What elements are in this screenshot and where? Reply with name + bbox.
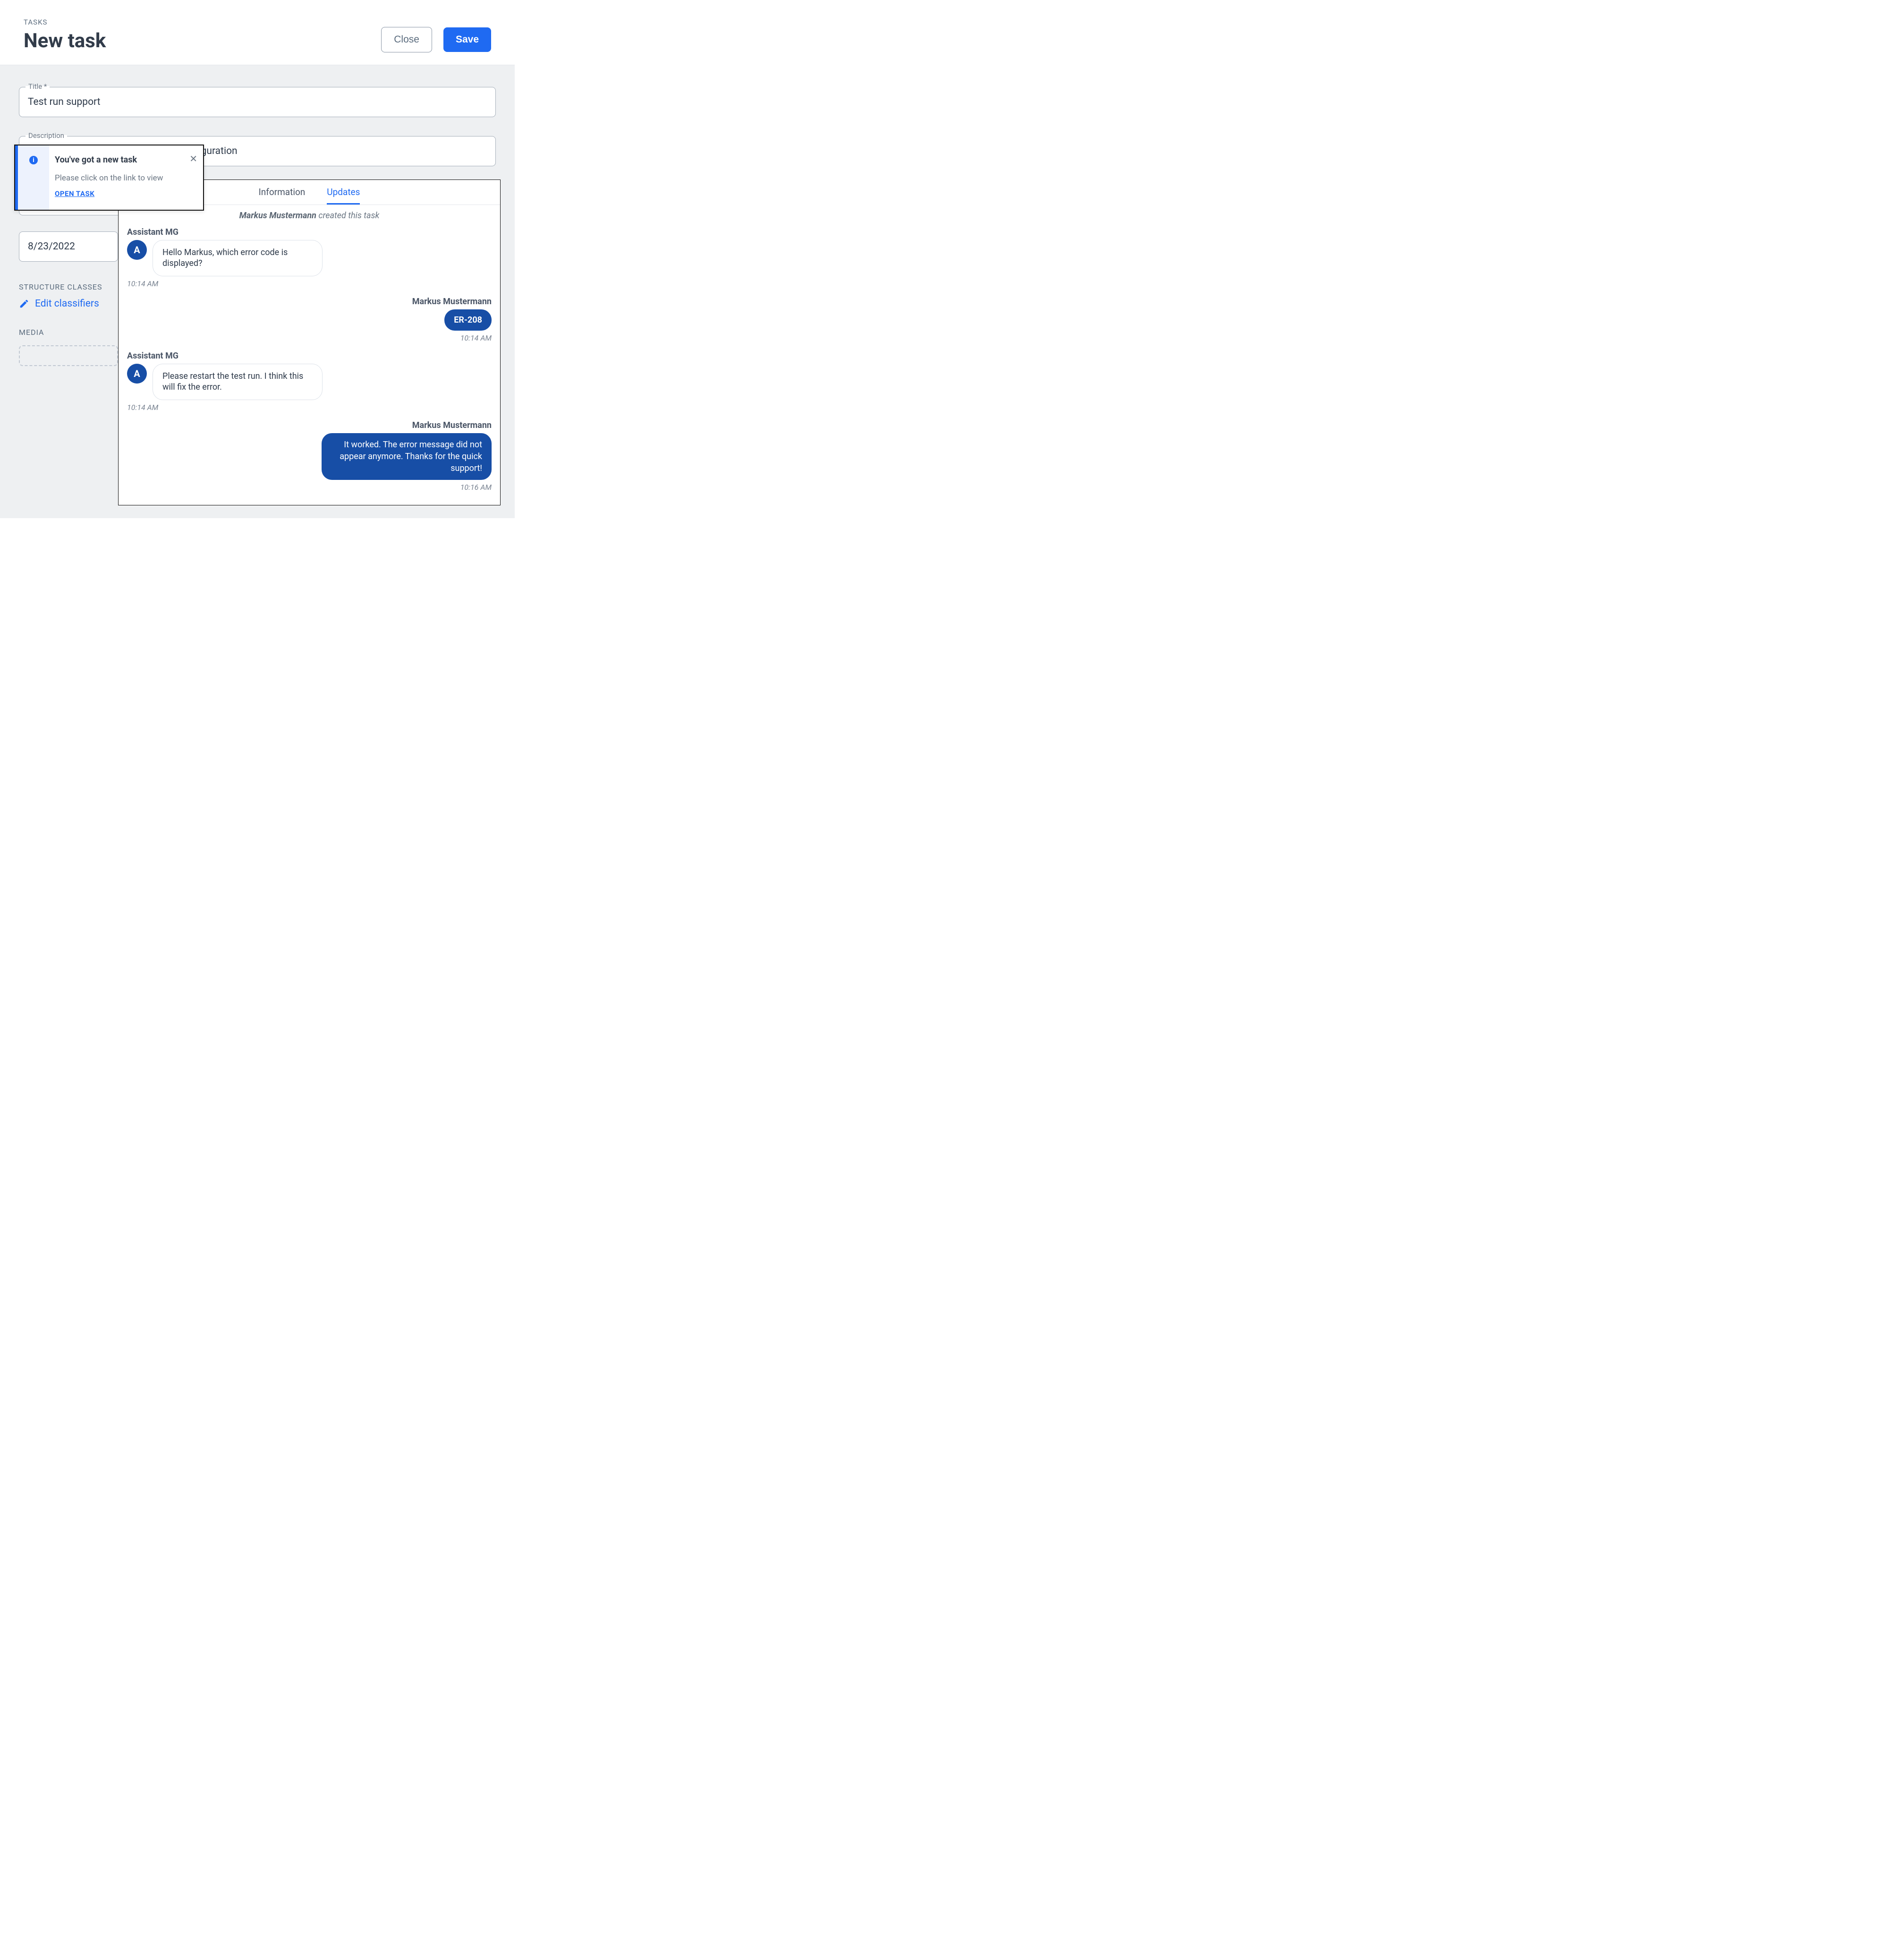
message-bubble: Hello Markus, which error code is displa… [153, 240, 323, 276]
pencil-icon [19, 299, 29, 309]
message-timestamp: 10:14 AM [127, 403, 492, 412]
message-bubble: It worked. The error message did not app… [322, 433, 492, 480]
chat-body: Assistant MG A Hello Markus, which error… [119, 224, 500, 505]
breadcrumb: TASKS [24, 18, 106, 26]
sender-name: Assistant MG [127, 227, 492, 237]
description-label: Description [26, 131, 67, 140]
header: TASKS New task Close Save [0, 0, 515, 65]
message-block: Markus Mustermann It worked. The error m… [127, 420, 492, 492]
message-block: Assistant MG A Hello Markus, which error… [127, 227, 492, 288]
message-timestamp: 10:14 AM [127, 279, 492, 288]
toast-icon-column: i [18, 145, 49, 210]
title-input[interactable]: Test run support [19, 87, 496, 117]
close-icon[interactable]: ✕ [189, 153, 197, 164]
sender-name: Markus Mustermann [127, 297, 492, 307]
title-field-wrapper: Title * Test run support [19, 87, 496, 117]
created-suffix: created this task [318, 211, 379, 221]
save-button[interactable]: Save [443, 27, 491, 52]
message-block: Markus Mustermann ER-208 10:14 AM [127, 297, 492, 342]
sender-name: Markus Mustermann [127, 420, 492, 430]
avatar: A [127, 240, 147, 260]
close-button[interactable]: Close [381, 27, 432, 52]
edit-classifiers-label: Edit classifiers [35, 298, 99, 309]
media-dropzone[interactable] [19, 345, 118, 366]
message-timestamp: 10:16 AM [127, 483, 492, 492]
date-input[interactable]: 8/23/2022 [19, 231, 118, 262]
edit-classifiers-link[interactable]: Edit classifiers [19, 298, 99, 309]
title-value: Test run support [28, 96, 101, 108]
title-label: Title * [26, 82, 50, 91]
tab-updates[interactable]: Updates [327, 180, 360, 205]
page-title: New task [24, 29, 106, 52]
message-bubble: Please restart the test run. I think thi… [153, 364, 323, 400]
updates-panel: Information Updates Markus Mustermann cr… [118, 179, 501, 505]
message-bubble: ER-208 [444, 309, 492, 331]
open-task-link[interactable]: OPEN TASK [55, 189, 197, 198]
tab-information[interactable]: Information [259, 180, 306, 205]
sender-name: Assistant MG [127, 351, 492, 361]
date-value: 8/23/2022 [28, 241, 75, 252]
message-block: Assistant MG A Please restart the test r… [127, 351, 492, 412]
info-icon: i [29, 156, 38, 164]
toast-title: You've got a new task [55, 155, 197, 165]
notification-toast: i ✕ You've got a new task Please click o… [14, 145, 204, 211]
creator-name: Markus Mustermann [239, 211, 316, 221]
toast-message: Please click on the link to view [55, 173, 197, 183]
avatar: A [127, 364, 147, 384]
message-timestamp: 10:14 AM [127, 333, 492, 342]
